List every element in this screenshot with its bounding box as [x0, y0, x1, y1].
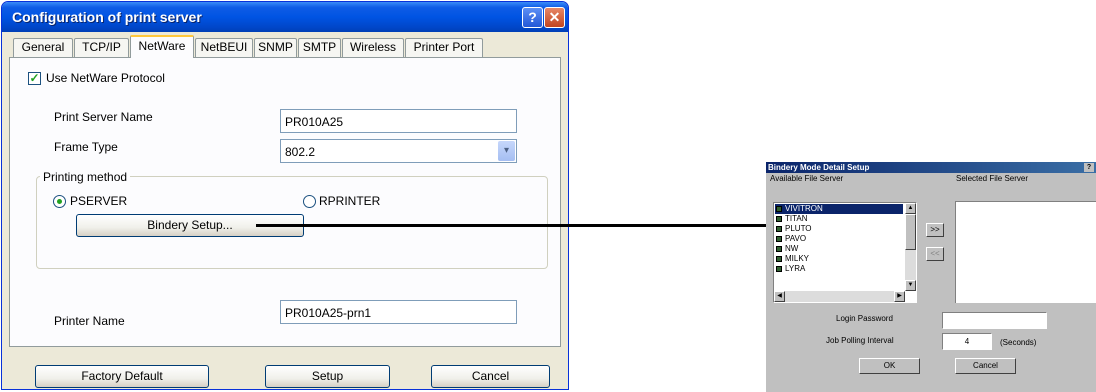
job-polling-label: Job Polling Interval [826, 336, 894, 345]
cancel-button[interactable]: Cancel [431, 365, 550, 388]
tab-wireless[interactable]: Wireless [342, 38, 404, 57]
radio-selected-dot [57, 199, 62, 204]
server-icon [776, 266, 782, 272]
title-bar: Configuration of print server ? ✕ [2, 2, 568, 32]
server-name: PAVO [785, 234, 807, 243]
bindery-cancel-button[interactable]: Cancel [955, 358, 1016, 374]
server-icon [776, 236, 782, 242]
print-server-name-label: Print Server Name [54, 110, 153, 124]
horizontal-scrollbar[interactable]: ◀ ▶ [774, 291, 905, 302]
tab-smtp[interactable]: SMTP [298, 38, 341, 57]
chevron-down-icon[interactable]: ▾ [498, 141, 515, 161]
frame-type-select[interactable]: 802.2 ▾ [280, 139, 517, 163]
login-password-label: Login Password [836, 314, 893, 323]
server-name: PLUTO [785, 224, 812, 233]
bindery-setup-dialog: Bindery Mode Detail Setup ? Available Fi… [766, 162, 1096, 392]
list-item[interactable]: PAVO [775, 234, 903, 244]
printer-name-label: Printer Name [54, 314, 125, 328]
tab-printer-port[interactable]: Printer Port [405, 38, 483, 57]
server-icon [776, 226, 782, 232]
list-item[interactable]: TITAN [775, 214, 903, 224]
pserver-label: PSERVER [70, 194, 128, 208]
close-button[interactable]: ✕ [544, 7, 565, 28]
bindery-dialog-title: Bindery Mode Detail Setup [768, 163, 870, 172]
factory-default-button[interactable]: Factory Default [35, 365, 209, 388]
list-item[interactable]: MILKY [775, 254, 903, 264]
server-name: TITAN [785, 214, 808, 223]
login-password-input[interactable] [942, 312, 1047, 329]
seconds-unit-label: (Seconds) [1000, 338, 1037, 347]
remove-server-button[interactable]: << [926, 247, 944, 261]
printing-method-legend: Printing method [40, 170, 131, 184]
pserver-radio[interactable] [53, 195, 66, 208]
window-title: Configuration of print server [12, 9, 202, 25]
bindery-title-bar: Bindery Mode Detail Setup ? [766, 162, 1096, 173]
server-name: VIVITRON [785, 204, 823, 213]
job-polling-input[interactable]: 4 [942, 333, 992, 350]
printer-name-input[interactable]: PR010A25-prn1 [280, 300, 517, 324]
list-item[interactable]: LYRA [775, 264, 903, 274]
selected-server-list[interactable] [955, 201, 1096, 303]
rprinter-label: RPRINTER [319, 194, 381, 208]
help-button[interactable]: ? [522, 7, 543, 28]
list-item[interactable]: PLUTO [775, 224, 903, 234]
scroll-thumb[interactable] [905, 214, 916, 250]
server-icon [776, 256, 782, 262]
tab-snmp[interactable]: SNMP [254, 38, 297, 57]
vertical-scrollbar[interactable]: ▲ ▼ [905, 203, 916, 291]
print-server-config-window: Configuration of print server ? ✕ Genera… [1, 1, 569, 390]
tab-general[interactable]: General [13, 38, 73, 57]
server-icon [776, 216, 782, 222]
server-name: NW [785, 244, 799, 253]
list-item[interactable]: VIVITRON [775, 204, 903, 214]
list-item[interactable]: NW [775, 244, 903, 254]
selected-server-label: Selected File Server [956, 174, 1029, 183]
server-name: MILKY [785, 254, 810, 263]
use-netware-label: Use NetWare Protocol [46, 71, 165, 85]
scroll-right-button[interactable]: ▶ [894, 291, 905, 302]
setup-button[interactable]: Setup [265, 365, 390, 388]
frame-type-value: 802.2 [285, 145, 316, 159]
frame-type-label: Frame Type [54, 140, 118, 154]
tab-netware[interactable]: NetWare [130, 35, 194, 58]
use-netware-checkbox[interactable]: ✓ [28, 72, 41, 85]
add-server-button[interactable]: >> [926, 223, 944, 237]
bindery-help-button[interactable]: ? [1084, 163, 1094, 172]
connector-line [256, 224, 766, 227]
print-server-name-input[interactable]: PR010A25 [280, 109, 517, 133]
rprinter-radio[interactable] [303, 195, 316, 208]
available-server-label: Available File Server [770, 174, 844, 183]
scroll-left-button[interactable]: ◀ [774, 291, 785, 302]
server-name: LYRA [785, 264, 806, 273]
scroll-down-button[interactable]: ▼ [905, 280, 916, 291]
tab-netbeui[interactable]: NetBEUI [195, 38, 253, 57]
available-server-list[interactable]: VIVITRON TITAN PLUTO PAVO NW MILKY LYRA … [773, 202, 917, 303]
server-icon [776, 246, 782, 252]
ok-button[interactable]: OK [859, 358, 920, 374]
tab-tcpip[interactable]: TCP/IP [74, 38, 129, 57]
scroll-up-button[interactable]: ▲ [905, 203, 916, 214]
server-icon [776, 206, 782, 212]
